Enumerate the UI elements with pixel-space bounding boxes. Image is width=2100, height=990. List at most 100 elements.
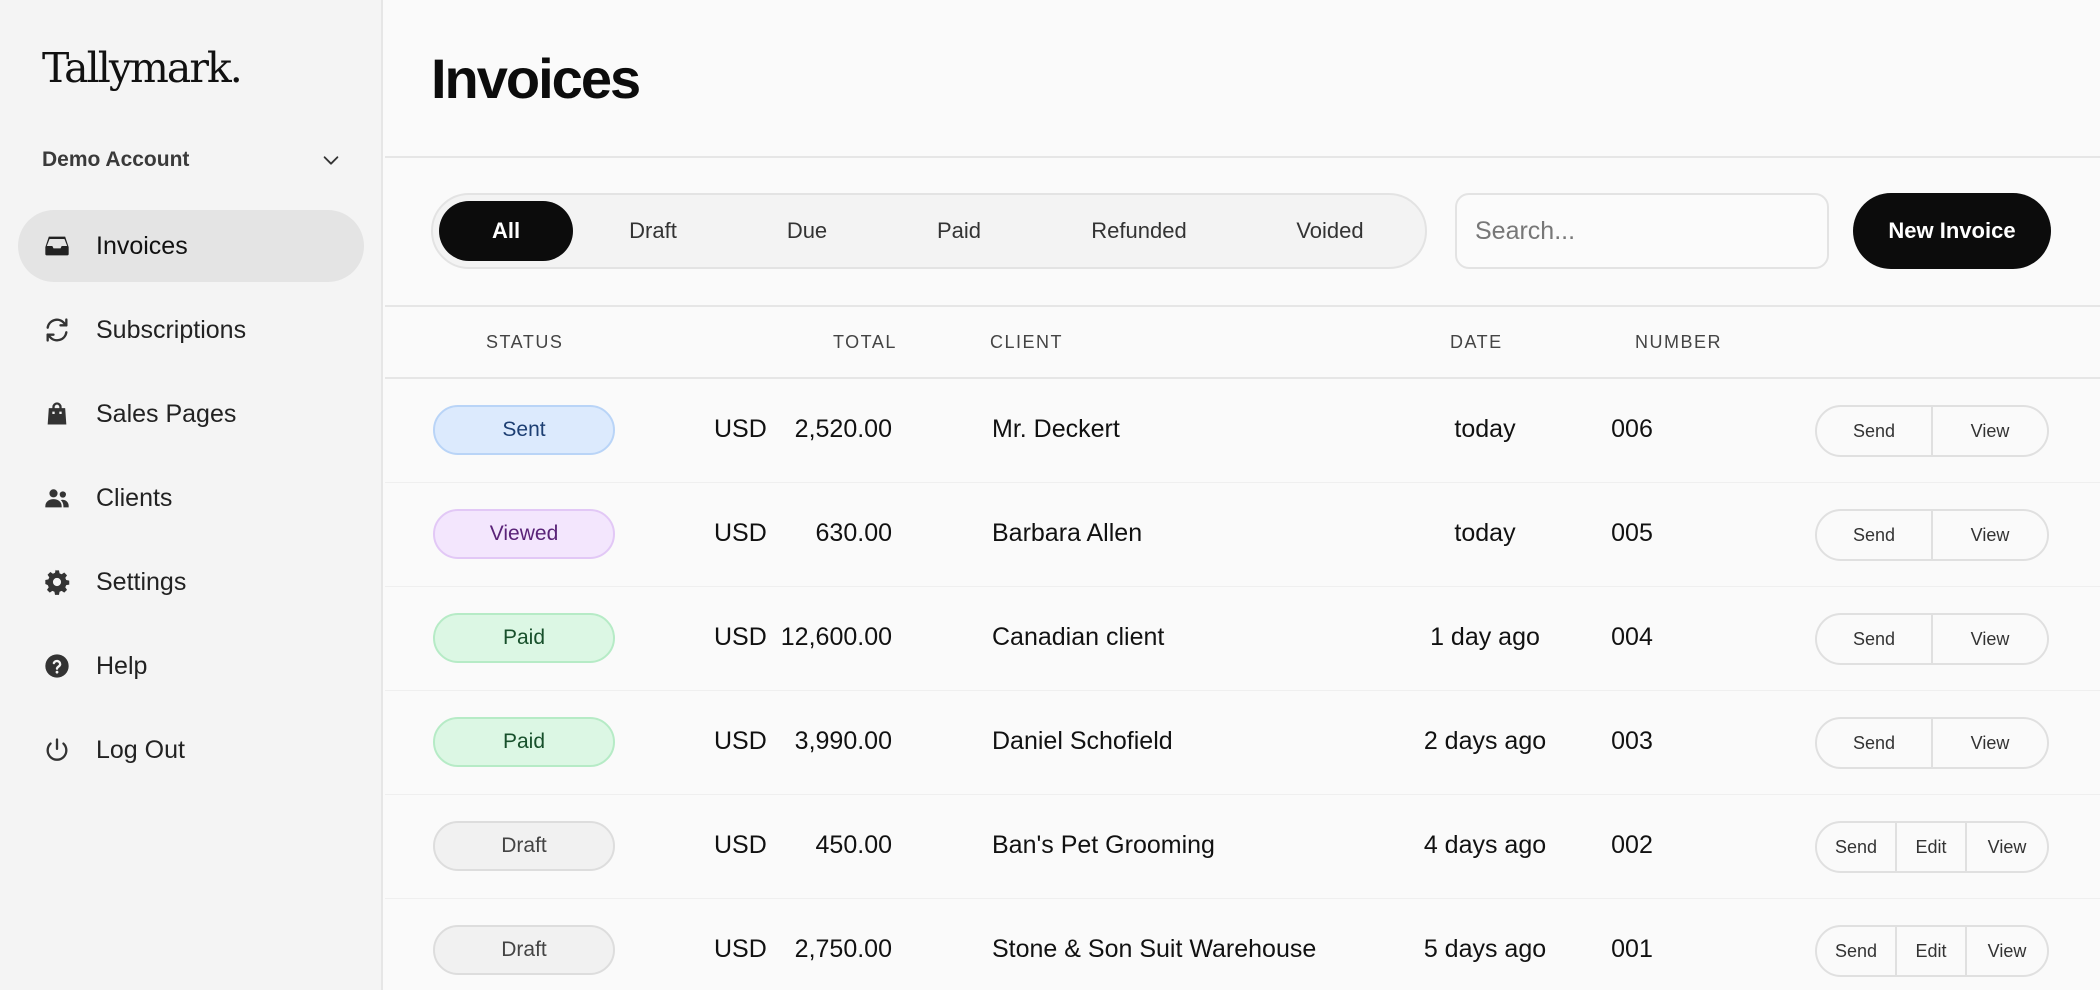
amount: 450.00	[815, 831, 892, 859]
account-switcher[interactable]: Demo Account	[42, 140, 342, 180]
currency: USD	[714, 727, 767, 755]
view-button[interactable]: View	[1933, 615, 2047, 663]
main-content: Invoices All Draft Due Paid Refunded Voi…	[385, 0, 2100, 990]
client-name: Ban's Pet Grooming	[992, 831, 1215, 859]
currency: USD	[714, 935, 767, 963]
table-header: STATUS TOTAL CLIENT DATE NUMBER	[385, 308, 2100, 370]
power-icon	[42, 735, 72, 765]
sidebar-item-label: Log Out	[96, 735, 185, 764]
amount: 12,600.00	[780, 623, 892, 651]
client-name: Canadian client	[992, 623, 1165, 651]
table-row[interactable]: Draft USD 2,750.00 Stone & Son Suit Ware…	[385, 899, 2100, 990]
sidebar-item-settings[interactable]: Settings	[18, 546, 364, 618]
invoice-number: 001	[1611, 935, 1653, 963]
invoice-number: 004	[1611, 623, 1653, 651]
sidebar-item-sales-pages[interactable]: Sales Pages	[18, 378, 364, 450]
invoice-number: 006	[1611, 415, 1653, 443]
sidebar-item-clients[interactable]: Clients	[18, 462, 364, 534]
row-actions: Send View	[1815, 509, 2049, 561]
invoice-number: 002	[1611, 831, 1653, 859]
column-header-client[interactable]: CLIENT	[990, 332, 1063, 353]
gear-icon	[42, 567, 72, 597]
column-header-number[interactable]: NUMBER	[1635, 332, 1722, 353]
row-actions: Send View	[1815, 717, 2049, 769]
table-row[interactable]: Paid USD 12,600.00 Canadian client 1 day…	[385, 587, 2100, 691]
sidebar-item-label: Sales Pages	[96, 399, 237, 428]
tab-due[interactable]: Due	[733, 201, 881, 261]
toolbar-divider	[385, 305, 2100, 307]
view-button[interactable]: View	[1933, 407, 2047, 455]
edit-button[interactable]: Edit	[1897, 927, 1967, 975]
sidebar-nav: Invoices Subscriptions Sales Pages Clien…	[18, 210, 364, 798]
tab-paid[interactable]: Paid	[881, 201, 1037, 261]
client-name: Barbara Allen	[992, 519, 1143, 547]
app-logo[interactable]: Tallymark.	[42, 44, 243, 92]
invoice-date: 1 day ago	[1430, 623, 1540, 651]
refresh-icon	[42, 315, 72, 345]
status-badge: Draft	[433, 925, 615, 975]
status-filter-tabs: All Draft Due Paid Refunded Voided	[431, 193, 1427, 269]
row-actions: Send Edit View	[1815, 821, 2049, 873]
table-row[interactable]: Sent USD 2,520.00 Mr. Deckert today 006 …	[385, 379, 2100, 483]
account-name: Demo Account	[42, 148, 190, 171]
column-header-date[interactable]: DATE	[1450, 332, 1503, 353]
edit-button[interactable]: Edit	[1897, 823, 1967, 871]
sidebar-item-invoices[interactable]: Invoices	[18, 210, 364, 282]
users-icon	[42, 483, 72, 513]
invoice-date: today	[1454, 519, 1516, 547]
sidebar-item-subscriptions[interactable]: Subscriptions	[18, 294, 364, 366]
row-actions: Send Edit View	[1815, 925, 2049, 977]
row-actions: Send View	[1815, 405, 2049, 457]
sidebar-item-label: Invoices	[96, 231, 188, 260]
shopping-bag-icon	[42, 399, 72, 429]
send-button[interactable]: Send	[1817, 719, 1933, 767]
send-button[interactable]: Send	[1817, 927, 1897, 975]
view-button[interactable]: View	[1933, 511, 2047, 559]
invoice-date: 2 days ago	[1423, 727, 1547, 755]
client-name: Stone & Son Suit Warehouse	[992, 935, 1317, 963]
amount: 3,990.00	[794, 727, 892, 755]
amount: 2,750.00	[794, 935, 892, 963]
table-row[interactable]: Paid USD 3,990.00 Daniel Schofield 2 day…	[385, 691, 2100, 795]
new-invoice-button[interactable]: New Invoice	[1853, 193, 2051, 269]
tab-draft[interactable]: Draft	[573, 201, 733, 261]
tab-all[interactable]: All	[439, 201, 573, 261]
table-row[interactable]: Draft USD 450.00 Ban's Pet Grooming 4 da…	[385, 795, 2100, 899]
invoice-date: 4 days ago	[1423, 831, 1547, 859]
invoice-date: today	[1454, 415, 1516, 443]
status-badge: Draft	[433, 821, 615, 871]
table-row[interactable]: Viewed USD 630.00 Barbara Allen today 00…	[385, 483, 2100, 587]
column-header-total[interactable]: TOTAL	[833, 332, 897, 353]
client-name: Mr. Deckert	[992, 415, 1120, 443]
row-actions: Send View	[1815, 613, 2049, 665]
send-button[interactable]: Send	[1817, 407, 1933, 455]
amount: 630.00	[815, 519, 892, 547]
currency: USD	[714, 623, 767, 651]
status-badge: Paid	[433, 717, 615, 767]
invoice-number: 003	[1611, 727, 1653, 755]
sidebar-item-log-out[interactable]: Log Out	[18, 714, 364, 786]
send-button[interactable]: Send	[1817, 823, 1897, 871]
help-circle-icon	[42, 651, 72, 681]
sidebar-item-label: Settings	[96, 567, 187, 596]
view-button[interactable]: View	[1967, 927, 2047, 975]
status-badge: Viewed	[433, 509, 615, 559]
currency: USD	[714, 415, 767, 443]
sidebar-item-label: Help	[96, 651, 148, 680]
view-button[interactable]: View	[1967, 823, 2047, 871]
header-divider	[385, 156, 2100, 158]
send-button[interactable]: Send	[1817, 511, 1933, 559]
invoice-date: 5 days ago	[1423, 935, 1547, 963]
status-badge: Sent	[433, 405, 615, 455]
tab-refunded[interactable]: Refunded	[1037, 201, 1241, 261]
tab-voided[interactable]: Voided	[1241, 201, 1419, 261]
client-name: Daniel Schofield	[992, 727, 1173, 755]
invoice-number: 005	[1611, 519, 1653, 547]
view-button[interactable]: View	[1933, 719, 2047, 767]
status-badge: Paid	[433, 613, 615, 663]
send-button[interactable]: Send	[1817, 615, 1933, 663]
sidebar: Tallymark. Demo Account Invoices Subscri…	[0, 0, 383, 990]
search-input[interactable]	[1455, 193, 1829, 269]
sidebar-item-help[interactable]: Help	[18, 630, 364, 702]
column-header-status[interactable]: STATUS	[486, 332, 563, 353]
